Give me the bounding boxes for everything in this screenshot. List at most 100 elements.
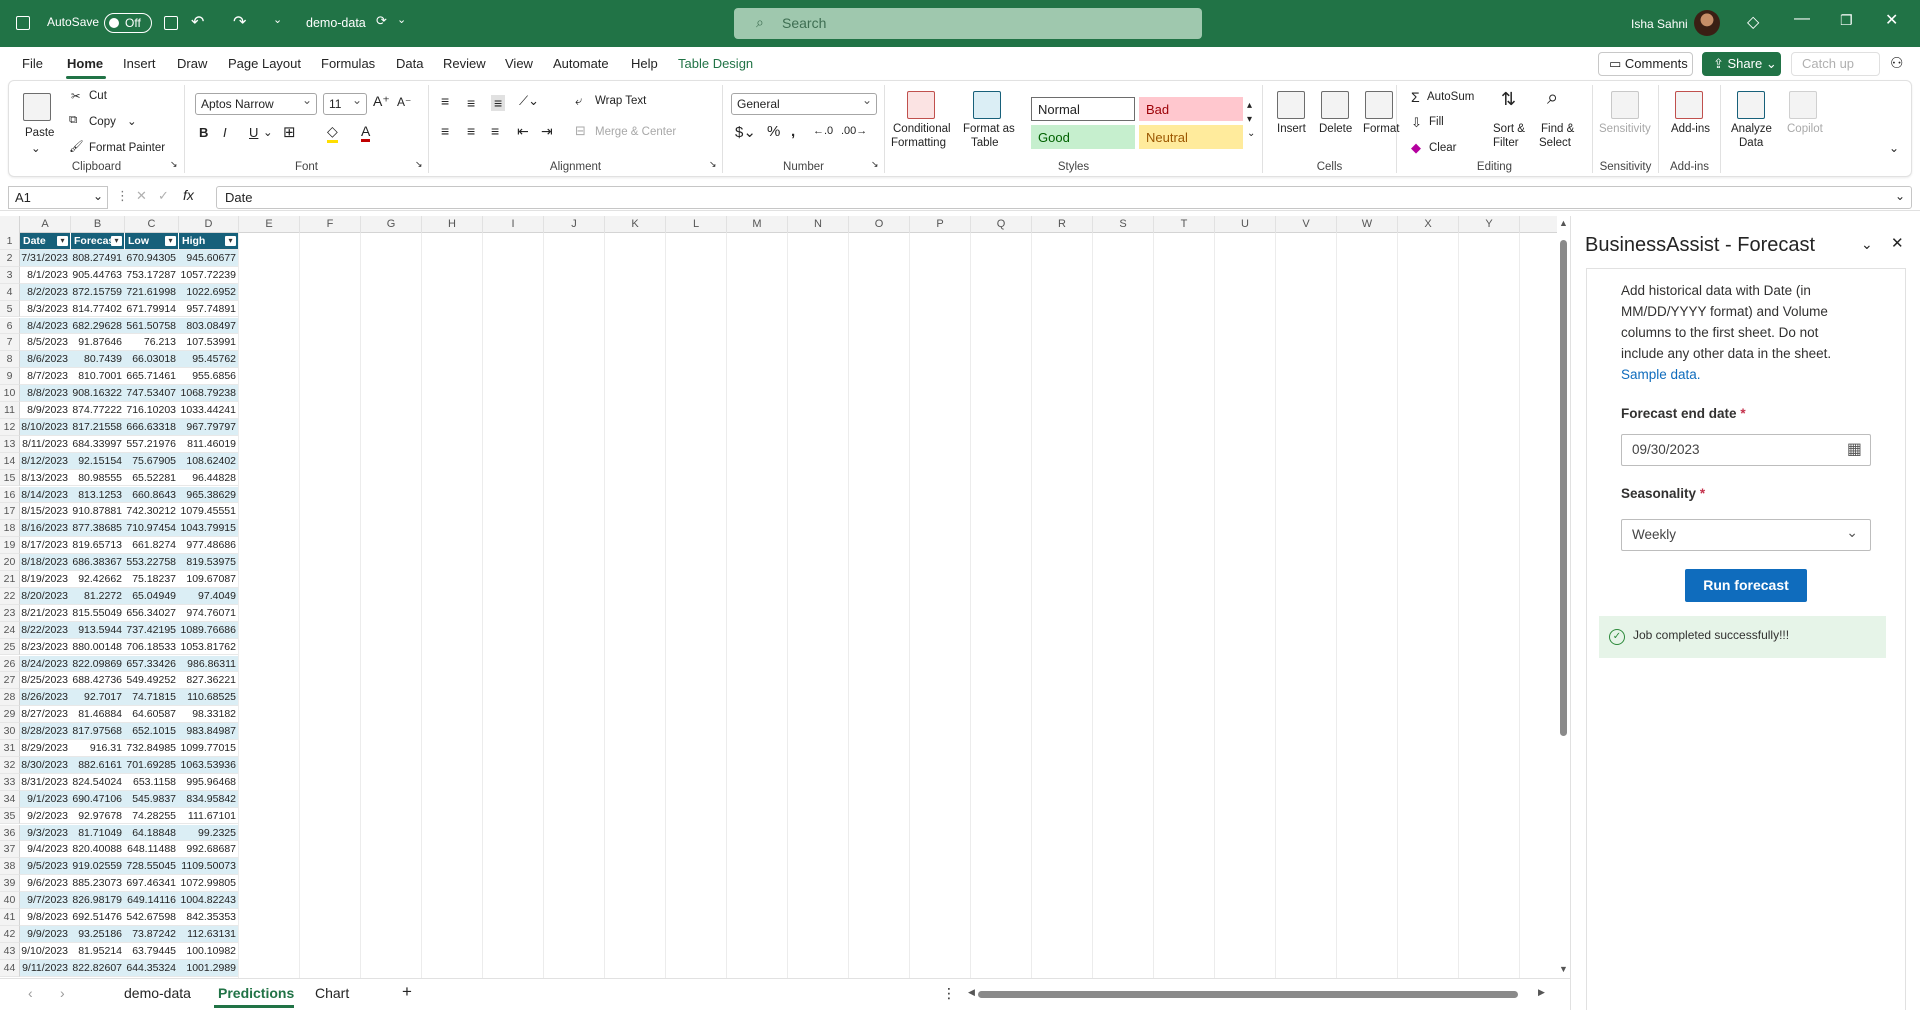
underline-button[interactable]: U: [249, 125, 258, 140]
row-header[interactable]: 43: [0, 942, 20, 960]
row-header[interactable]: 44: [0, 959, 20, 977]
table-cell[interactable]: 824.54024: [71, 774, 125, 791]
style-bad[interactable]: Bad: [1139, 97, 1243, 121]
table-cell[interactable]: 1079.45551: [179, 503, 239, 521]
insert-cells-button[interactable]: Insert: [1277, 123, 1306, 135]
row-header[interactable]: 40: [0, 892, 20, 909]
number-format-combo[interactable]: General: [731, 93, 877, 115]
table-cell[interactable]: 657.33426: [125, 655, 179, 673]
addins-button[interactable]: Add-ins: [1671, 123, 1710, 135]
format-as-table-line1[interactable]: Format as: [963, 123, 1015, 135]
table-cell[interactable]: 649.14116: [125, 892, 179, 909]
analyze-data-line1[interactable]: Analyze: [1731, 123, 1772, 135]
vertical-scrollbar[interactable]: ▲ ▼: [1557, 216, 1569, 978]
row-header[interactable]: 32: [0, 756, 20, 774]
table-cell[interactable]: 8/12/2023: [20, 452, 71, 470]
table-cell[interactable]: 808.27491: [71, 249, 125, 267]
table-cell[interactable]: 826.98179: [71, 892, 125, 909]
filter-dropdown-icon[interactable]: ▾: [165, 236, 176, 246]
table-cell[interactable]: 108.62402: [179, 452, 239, 470]
column-header-q[interactable]: Q: [971, 216, 1032, 233]
style-normal[interactable]: Normal: [1031, 97, 1135, 121]
table-cell[interactable]: 955.6856: [179, 368, 239, 386]
table-cell[interactable]: 710.97454: [125, 520, 179, 538]
table-cell[interactable]: 100.10982: [179, 943, 239, 960]
table-cell[interactable]: 905.44763: [71, 267, 125, 284]
menu-formulas[interactable]: Formulas: [321, 56, 375, 71]
fill-button[interactable]: Fill: [1429, 116, 1444, 128]
table-cell[interactable]: 682.29628: [71, 317, 125, 335]
column-header-g[interactable]: G: [361, 216, 422, 233]
scroll-down-icon[interactable]: ▼: [1559, 964, 1568, 974]
table-cell[interactable]: 553.22758: [125, 554, 179, 571]
table-cell[interactable]: 81.95214: [71, 943, 125, 960]
comma-style-icon[interactable]: ,: [791, 123, 795, 140]
menu-help[interactable]: Help: [631, 56, 658, 71]
filter-dropdown-icon[interactable]: ▾: [225, 236, 236, 246]
align-middle-icon[interactable]: ≡: [467, 95, 475, 111]
table-cell[interactable]: 665.71461: [125, 368, 179, 386]
table-cell[interactable]: 75.18237: [125, 571, 179, 588]
table-cell[interactable]: 109.67087: [179, 571, 239, 588]
italic-button[interactable]: I: [223, 125, 227, 140]
table-header-cell[interactable]: High ▾: [179, 233, 239, 250]
table-cell[interactable]: 73.87242: [125, 925, 179, 943]
scroll-up-icon[interactable]: ▲: [1559, 218, 1568, 228]
align-right-icon[interactable]: ≡: [491, 123, 499, 139]
table-cell[interactable]: 1057.72239: [179, 267, 239, 284]
percent-icon[interactable]: %: [767, 123, 780, 140]
column-header-n[interactable]: N: [788, 216, 849, 233]
font-name-combo[interactable]: Aptos Narrow: [195, 93, 317, 115]
table-cell[interactable]: 9/7/2023: [20, 892, 71, 909]
table-cell[interactable]: 8/31/2023: [20, 774, 71, 791]
table-cell[interactable]: 1089.76686: [179, 621, 239, 639]
table-cell[interactable]: 986.86311: [179, 655, 239, 673]
table-cell[interactable]: 8/6/2023: [20, 351, 71, 369]
table-header-cell[interactable]: Forecast ▾: [71, 233, 125, 250]
row-header[interactable]: 9: [0, 368, 20, 386]
column-header-b[interactable]: B: [71, 216, 125, 233]
menu-file[interactable]: File: [22, 56, 43, 71]
table-cell[interactable]: 8/9/2023: [20, 402, 71, 419]
column-header-k[interactable]: K: [605, 216, 666, 233]
share-button[interactable]: ⇪ Share ⌄: [1702, 52, 1781, 76]
table-cell[interactable]: 819.65713: [71, 537, 125, 555]
table-cell[interactable]: 737.42195: [125, 621, 179, 639]
column-header-u[interactable]: U: [1215, 216, 1276, 233]
table-cell[interactable]: 965.38629: [179, 486, 239, 504]
table-cell[interactable]: 670.94305: [125, 249, 179, 267]
table-cell[interactable]: 8/21/2023: [20, 605, 71, 622]
table-cell[interactable]: 822.09869: [71, 655, 125, 673]
table-cell[interactable]: 967.79797: [179, 418, 239, 436]
select-all-corner[interactable]: [0, 216, 20, 233]
table-cell[interactable]: 666.63318: [125, 418, 179, 436]
insert-function-icon[interactable]: fx: [183, 187, 194, 203]
table-cell[interactable]: 652.1015: [125, 723, 179, 740]
table-cell[interactable]: 561.50758: [125, 317, 179, 335]
user-name[interactable]: Isha Sahni: [1631, 17, 1688, 31]
table-cell[interactable]: 803.08497: [179, 317, 239, 335]
premium-diamond-icon[interactable]: ◇: [1747, 12, 1759, 32]
paste-button[interactable]: Paste: [25, 127, 54, 139]
row-header[interactable]: 28: [0, 689, 20, 707]
wrap-text-button[interactable]: Wrap Text: [595, 95, 646, 107]
align-bottom-icon[interactable]: ≡: [491, 95, 506, 111]
table-cell[interactable]: 671.79914: [125, 301, 179, 318]
table-cell[interactable]: 8/15/2023: [20, 503, 71, 521]
column-header-p[interactable]: P: [910, 216, 971, 233]
table-cell[interactable]: 8/22/2023: [20, 621, 71, 639]
menu-view[interactable]: View: [505, 56, 533, 71]
table-cell[interactable]: 107.53991: [179, 334, 239, 352]
row-header[interactable]: 16: [0, 486, 20, 504]
row-header[interactable]: 33: [0, 773, 20, 791]
autosum-button[interactable]: AutoSum: [1427, 91, 1474, 103]
orientation-icon[interactable]: ⟋⌄: [519, 93, 539, 109]
table-cell[interactable]: 684.33997: [71, 436, 125, 453]
table-cell[interactable]: 8/11/2023: [20, 436, 71, 453]
sheet-tab-demo-data[interactable]: demo-data: [124, 985, 191, 1001]
worksheet-grid[interactable]: ABCDEFGHIJKLMNOPQRSTUVWXY 1 Date ▾ Forecast…: [0, 216, 1557, 978]
table-cell[interactable]: 112.63131: [179, 925, 239, 943]
row-header[interactable]: 2: [0, 249, 20, 267]
scroll-right-icon[interactable]: ▶: [1538, 987, 1545, 998]
table-cell[interactable]: 9/2/2023: [20, 808, 71, 825]
